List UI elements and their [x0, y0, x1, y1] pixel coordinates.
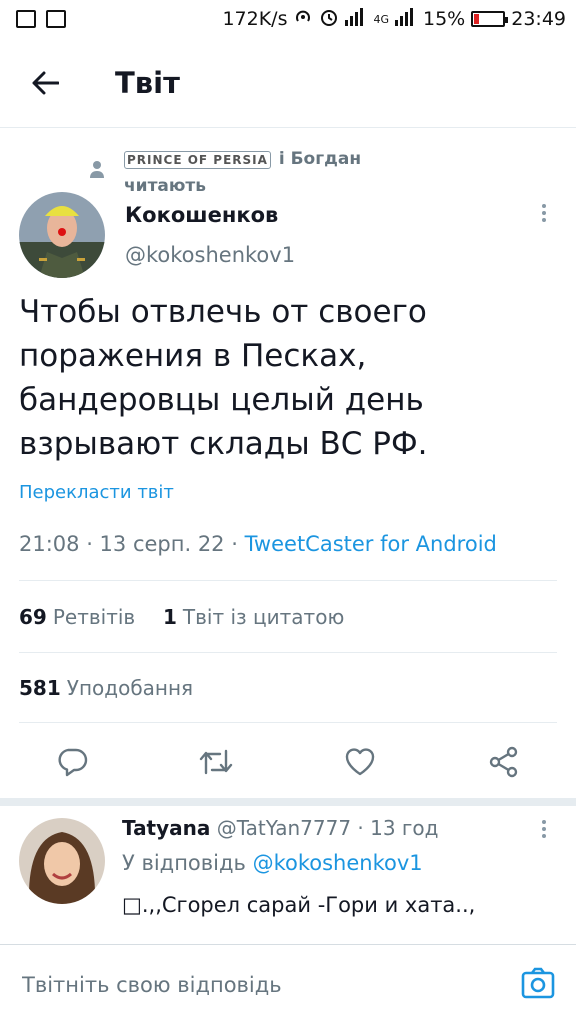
social-context: PRINCE OF PERSIA і Богдан читають — [90, 146, 530, 200]
divider — [19, 652, 557, 653]
reply-header: Tatyana @TatYan7777 · 13 год — [122, 816, 439, 840]
divider — [19, 722, 557, 723]
header: Твіт — [0, 38, 576, 128]
quotes-stat[interactable]: 1 Твіт із цитатою — [163, 605, 344, 629]
reply-author-name[interactable]: Tatyana — [122, 816, 210, 840]
signal-icon — [345, 7, 367, 31]
clock: 23:49 — [511, 8, 566, 30]
battery-percent: 15% — [423, 8, 466, 30]
likes-count: 581 — [19, 676, 61, 700]
camera-button[interactable] — [520, 965, 556, 1001]
retweet-icon — [199, 749, 233, 775]
retweets-stat[interactable]: 69 Ретвітів — [19, 605, 135, 629]
reply-text: □.,,Сгорел сарай -Гори и хата.., — [122, 893, 476, 917]
image-notification-icon — [46, 10, 66, 28]
retweets-count: 69 — [19, 605, 47, 629]
action-bar — [0, 738, 576, 788]
retweets-label: Ретвітів — [52, 605, 136, 629]
share-icon — [489, 746, 518, 778]
reply-author-handle[interactable]: @TatYan7777 — [217, 816, 351, 840]
tweet-source[interactable]: TweetCaster for Android — [245, 532, 497, 556]
quotes-count: 1 — [163, 605, 177, 629]
person-icon — [90, 160, 110, 200]
section-divider — [0, 798, 576, 806]
tweet-timestamp: 21:08 · 13 серп. 22 · — [19, 532, 245, 556]
reply-more-vertical-icon[interactable] — [538, 820, 550, 844]
quotes-label: Твіт із цитатою — [182, 605, 345, 629]
back-arrow-icon — [32, 71, 59, 94]
tweet-text: Чтобы отвлечь от своего поражения в Песк… — [19, 294, 428, 462]
camera-icon — [521, 967, 555, 999]
alarm-icon — [319, 7, 339, 32]
reply-button[interactable] — [52, 738, 92, 786]
reply-avatar[interactable] — [19, 818, 105, 904]
reply-time: · 13 год — [351, 816, 439, 840]
retweet-button[interactable] — [196, 738, 236, 786]
page-title: Твіт — [115, 65, 180, 100]
more-vertical-icon[interactable] — [538, 204, 550, 228]
author-handle[interactable]: @kokoshenkov1 — [125, 243, 295, 267]
network-speed: 172K/s — [222, 8, 288, 30]
divider — [19, 580, 557, 581]
author-avatar[interactable] — [19, 192, 105, 278]
battery-icon — [471, 11, 509, 27]
likes-stat[interactable]: 581 Уподобання — [19, 676, 193, 700]
likes-label: Уподобання — [66, 676, 194, 700]
status-bar: 172K/s 4G 15% 23:49 — [0, 0, 576, 38]
reply-to-label: У відповідь — [122, 851, 253, 875]
reply-to: У відповідь @kokoshenkov1 — [122, 851, 423, 875]
reply-to-handle[interactable]: @kokoshenkov1 — [253, 851, 423, 875]
social-context-rest: і Богдан — [272, 149, 362, 169]
tweet-meta: 21:08 · 13 серп. 22 · TweetCaster for An… — [19, 532, 497, 556]
social-context-line2: читають — [124, 176, 207, 196]
network-type: 4G — [373, 12, 389, 26]
translate-link[interactable]: Перекласти твіт — [19, 482, 174, 503]
follower-name-styled[interactable]: PRINCE OF PERSIA — [124, 151, 271, 169]
author-name[interactable]: Кокошенков — [125, 203, 278, 227]
hotspot-icon — [293, 7, 313, 32]
signal-icon-2 — [395, 7, 417, 31]
reply-icon — [58, 748, 88, 777]
share-button[interactable] — [484, 738, 524, 786]
like-icon — [345, 748, 375, 776]
reply-compose-input[interactable] — [22, 973, 462, 997]
compose-bar — [0, 944, 576, 1024]
alert-notification-icon — [16, 10, 36, 28]
like-button[interactable] — [340, 738, 380, 786]
back-button[interactable] — [21, 59, 69, 107]
